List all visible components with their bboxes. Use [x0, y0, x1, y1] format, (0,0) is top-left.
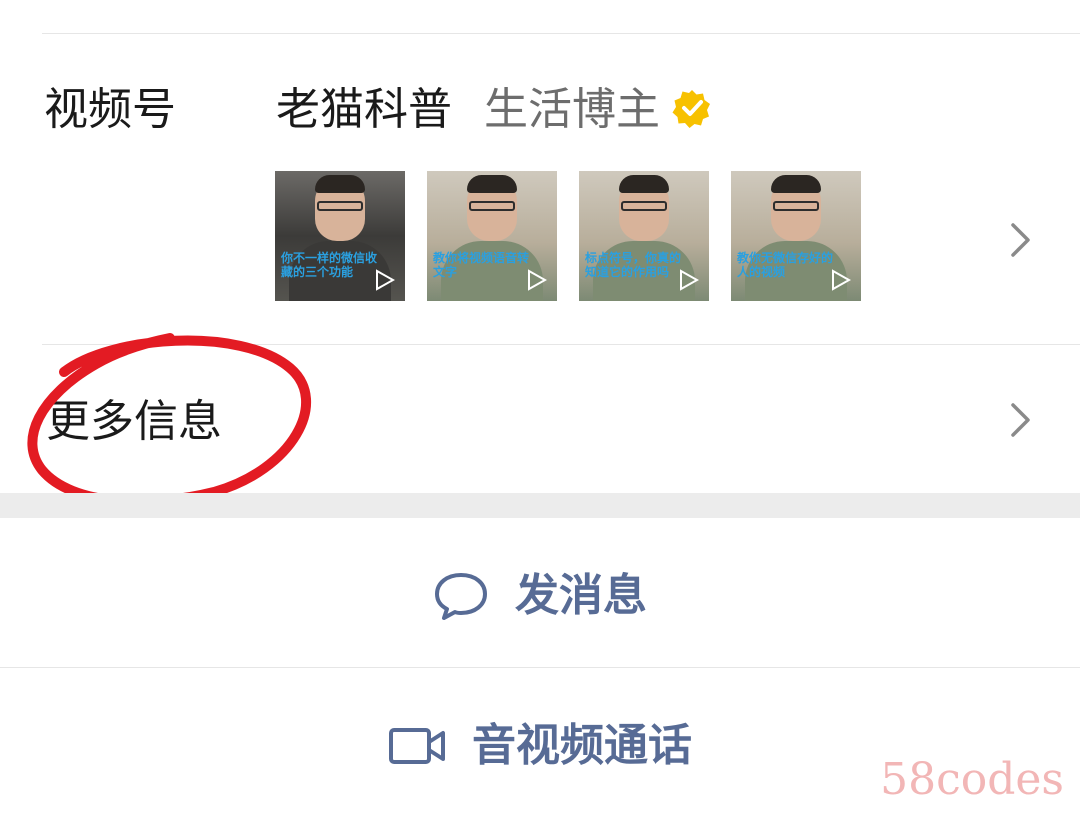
- thumbnail-caption: 教你无微信存好的人的视频: [737, 251, 834, 279]
- verified-badge-icon: [672, 90, 710, 128]
- video-call-label: 音视频通话: [472, 720, 692, 771]
- send-message-button[interactable]: 发消息: [0, 570, 1080, 622]
- chat-bubble-icon: [435, 573, 487, 620]
- video-thumbnail[interactable]: 教你将视频语音转文字: [427, 171, 557, 301]
- video-camera-icon: [389, 728, 445, 764]
- video-channel-label: 视频号: [44, 84, 176, 135]
- section-separator: [0, 493, 1080, 518]
- video-thumbnail[interactable]: 标点符号，你真的知道它的作用吗: [579, 171, 709, 301]
- more-info-label: 更多信息: [46, 396, 222, 447]
- play-icon: [376, 269, 395, 291]
- thumbnail-caption: 教你将视频语音转文字: [433, 251, 530, 279]
- watermark: 58codes: [880, 754, 1064, 805]
- video-thumbnail[interactable]: 你不一样的微信收藏的三个功能: [275, 171, 405, 301]
- play-icon: [528, 269, 547, 291]
- thumbnail-caption: 标点符号，你真的知道它的作用吗: [585, 251, 682, 279]
- chevron-right-icon: [1011, 223, 1030, 257]
- play-icon: [832, 269, 851, 291]
- play-icon: [680, 269, 699, 291]
- top-divider: [42, 33, 1080, 34]
- chevron-right-icon: [1011, 403, 1030, 437]
- channel-tag: 生活博主: [484, 84, 660, 135]
- video-thumbnail[interactable]: 教你无微信存好的人的视频: [731, 171, 861, 301]
- action-divider: [0, 667, 1080, 668]
- send-message-label: 发消息: [515, 570, 647, 621]
- channel-name: 老猫科普: [276, 84, 452, 135]
- thumbnail-caption: 你不一样的微信收藏的三个功能: [281, 251, 378, 279]
- row-divider: [42, 344, 1080, 345]
